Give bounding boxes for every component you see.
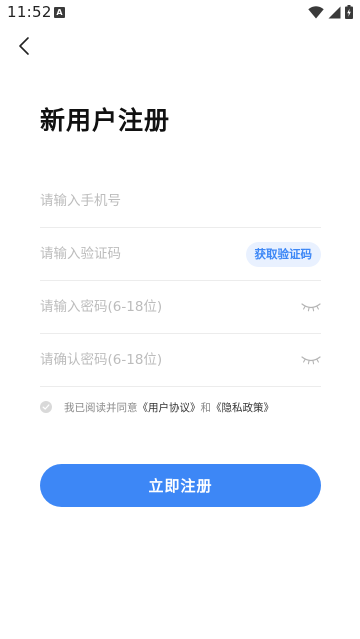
password-input[interactable] <box>40 281 280 333</box>
confirm-password-input[interactable] <box>40 334 280 386</box>
chevron-left-icon <box>19 37 29 55</box>
verification-code-input[interactable] <box>40 228 280 280</box>
agreement-row: 我已阅读并同意 《用户协议》 和 《隐私政策》 <box>40 398 274 416</box>
back-button[interactable] <box>12 34 36 58</box>
check-icon <box>42 404 50 410</box>
battery-charging-icon <box>345 5 353 19</box>
agreement-checkbox[interactable] <box>40 401 52 413</box>
wifi-icon <box>308 5 324 18</box>
confirm-password-field <box>40 334 321 387</box>
phone-field <box>40 175 321 228</box>
status-bar: 11:52 A <box>0 0 360 26</box>
phone-input[interactable] <box>40 175 280 227</box>
agreement-prefix: 我已阅读并同意 <box>64 401 138 414</box>
get-code-button[interactable]: 获取验证码 <box>245 242 321 267</box>
agreement-conjunction: 和 <box>200 401 212 414</box>
notification-icon: A <box>54 7 65 18</box>
password-field <box>40 281 321 334</box>
page-title: 新用户注册 <box>40 106 171 135</box>
eye-closed-icon[interactable] <box>301 354 321 366</box>
eye-closed-icon[interactable] <box>301 301 321 313</box>
signal-icon <box>328 6 341 18</box>
status-icons <box>308 4 353 20</box>
verification-code-field: 获取验证码 <box>40 228 321 281</box>
status-time: 11:52 <box>7 3 52 21</box>
register-button[interactable]: 立即注册 <box>40 464 321 507</box>
user-agreement-link[interactable]: 《用户协议》 <box>138 400 201 415</box>
privacy-policy-link[interactable]: 《隐私政策》 <box>211 400 274 415</box>
